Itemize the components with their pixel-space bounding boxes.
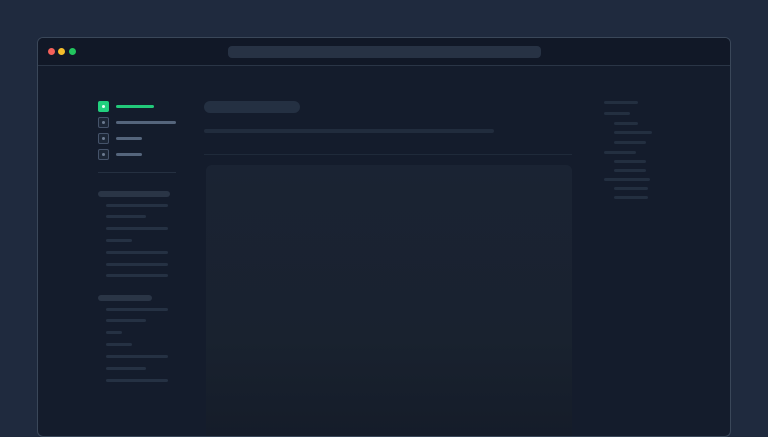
sidebar-link[interactable] [106,263,168,266]
sidebar-link[interactable] [106,204,168,207]
page-title [204,101,300,113]
sidebar-divider [98,172,176,173]
toc-item[interactable] [614,160,646,163]
sidebar-nav-item-4[interactable] [98,149,188,160]
minimize-window-button[interactable] [58,48,65,55]
sidebar-link[interactable] [106,379,168,382]
toc-item[interactable] [614,169,646,172]
zoom-window-button[interactable] [69,48,76,55]
sidebar-link[interactable] [106,343,132,346]
sidebar-nav-item-2[interactable] [98,117,188,128]
sidebar-link[interactable] [106,239,132,242]
nav-item-icon [98,117,109,128]
toc-item[interactable] [614,141,646,144]
title-bar [38,38,730,66]
nav-item-label [116,137,142,140]
sidebar-link[interactable] [106,308,168,311]
toc-item[interactable] [614,122,638,125]
toc-item[interactable] [604,151,636,154]
sidebar-link[interactable] [106,355,168,358]
nav-item-icon [98,101,109,112]
sidebar-link[interactable] [106,215,146,218]
sidebar-nav-item-3[interactable] [98,133,188,144]
nav-item-icon [98,133,109,144]
sidebar-link[interactable] [106,367,146,370]
sidebar-link[interactable] [106,319,146,322]
page-subtitle [204,129,494,133]
app-window [37,37,731,437]
toc-item[interactable] [604,101,638,104]
nav-item-label [116,153,142,156]
close-window-button[interactable] [48,48,55,55]
sidebar-section-heading [98,191,170,197]
sidebar-link[interactable] [106,251,168,254]
nav-item-icon [98,149,109,160]
content-card [206,165,572,436]
toc-item[interactable] [604,112,630,115]
sidebar-section-heading [98,295,152,301]
sidebar-link[interactable] [106,227,168,230]
page-content [38,67,730,436]
toc-item[interactable] [614,131,652,134]
nav-item-label [116,121,176,124]
toc-item[interactable] [604,178,650,181]
sidebar-link[interactable] [106,274,168,277]
sidebar-nav-item-1[interactable] [98,101,188,112]
toc-item[interactable] [614,187,648,190]
content-divider [204,154,572,155]
sidebar-link[interactable] [106,331,122,334]
toc-item[interactable] [614,196,648,199]
nav-item-label [116,105,154,108]
address-bar[interactable] [228,46,541,58]
